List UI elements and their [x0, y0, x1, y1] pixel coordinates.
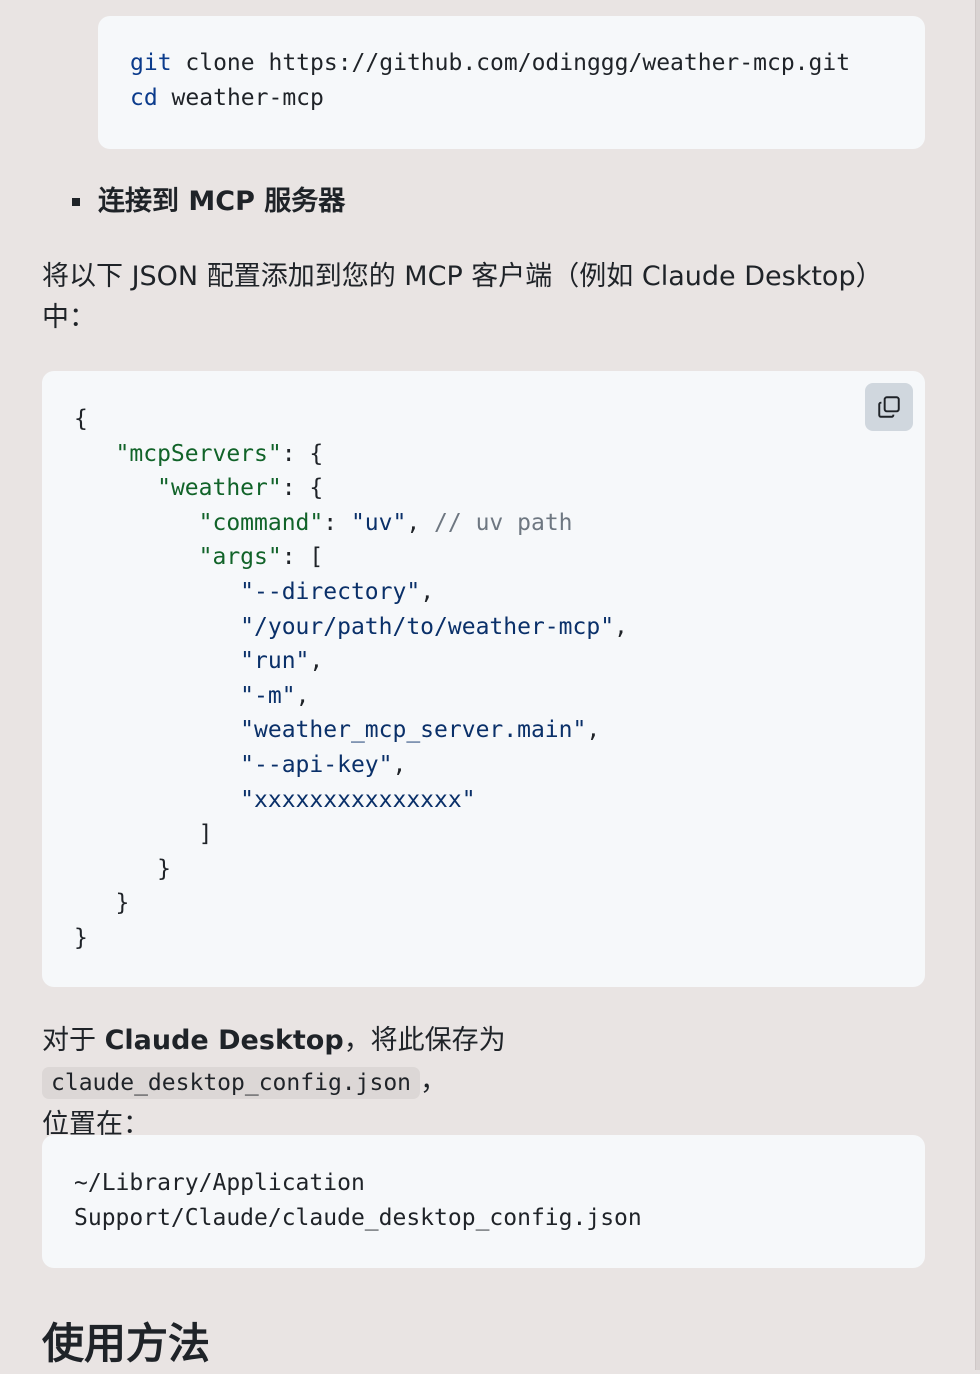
instruction-paragraph: 将以下 JSON 配置添加到您的 MCP 客户端（例如 Claude Deskt…	[42, 261, 883, 333]
json-close-brace: }	[74, 924, 88, 951]
json-arg: "-m"	[240, 682, 296, 709]
json-close-brace: }	[115, 890, 130, 917]
scrollbar-edge[interactable]	[975, 0, 980, 1370]
git-code: git clone https://github.com/odinggg/wea…	[130, 46, 925, 115]
json-config-code-block: { "mcpServers": { "weather": { "command"…	[42, 371, 925, 987]
path-line-2: Support/Claude/claude_desktop_config.jso…	[74, 1204, 642, 1231]
json-value-command: "uv"	[350, 509, 407, 536]
json-code: { "mcpServers": { "weather": { "command"…	[74, 406, 628, 951]
json-arg: "--directory"	[240, 578, 421, 605]
json-open-brace: {	[74, 406, 88, 432]
cd-args: weather-mcp	[157, 84, 324, 111]
git-clone-code-block: git clone https://github.com/odinggg/wea…	[98, 16, 925, 149]
copy-button[interactable]	[865, 383, 913, 431]
json-key-weather: "weather"	[157, 475, 282, 502]
json-arg: "--api-key"	[240, 751, 393, 778]
json-arg: "run"	[240, 648, 310, 675]
bullet-label: 连接到 MCP 服务器	[98, 186, 346, 217]
config-path-code-block: ~/Library/Application Support/Claude/cla…	[42, 1135, 925, 1268]
json-comment: // uv path	[434, 509, 573, 536]
json-close-brace: }	[157, 855, 171, 882]
json-arg: "xxxxxxxxxxxxxxx"	[240, 786, 476, 813]
json-key-command: "command"	[198, 509, 324, 536]
usage-section-heading: 使用方法	[42, 1319, 211, 1368]
git-keyword: git	[130, 50, 172, 76]
json-key-mcpservers: "mcpServers"	[115, 440, 282, 467]
json-close-bracket: ]	[198, 821, 213, 848]
copy-icon	[878, 396, 900, 418]
path-line-1: ~/Library/Application	[74, 1170, 365, 1196]
cd-keyword: cd	[130, 84, 158, 111]
para2-suffix: ，	[420, 1066, 448, 1097]
json-arg: "weather_mcp_server.main"	[240, 717, 587, 744]
bullet-marker-icon	[72, 198, 80, 206]
git-clone-args: clone https://github.com/odinggg/weather…	[171, 50, 851, 76]
para2-prefix: 对于	[42, 1025, 105, 1056]
save-location-paragraph: 对于 Claude Desktop，将此保存为 claude_desktop_c…	[42, 1020, 912, 1145]
bullet-item-connect: 连接到 MCP 服务器	[72, 182, 345, 222]
path-code: ~/Library/Application Support/Claude/cla…	[74, 1166, 925, 1235]
para2-middle: ，将此保存为	[343, 1025, 506, 1056]
json-arg: "/your/path/to/weather-mcp"	[240, 613, 615, 640]
json-key-args: "args"	[198, 544, 282, 571]
config-filename-code: claude_desktop_config.json	[42, 1067, 421, 1099]
claude-desktop-bold: Claude Desktop	[104, 1025, 344, 1056]
